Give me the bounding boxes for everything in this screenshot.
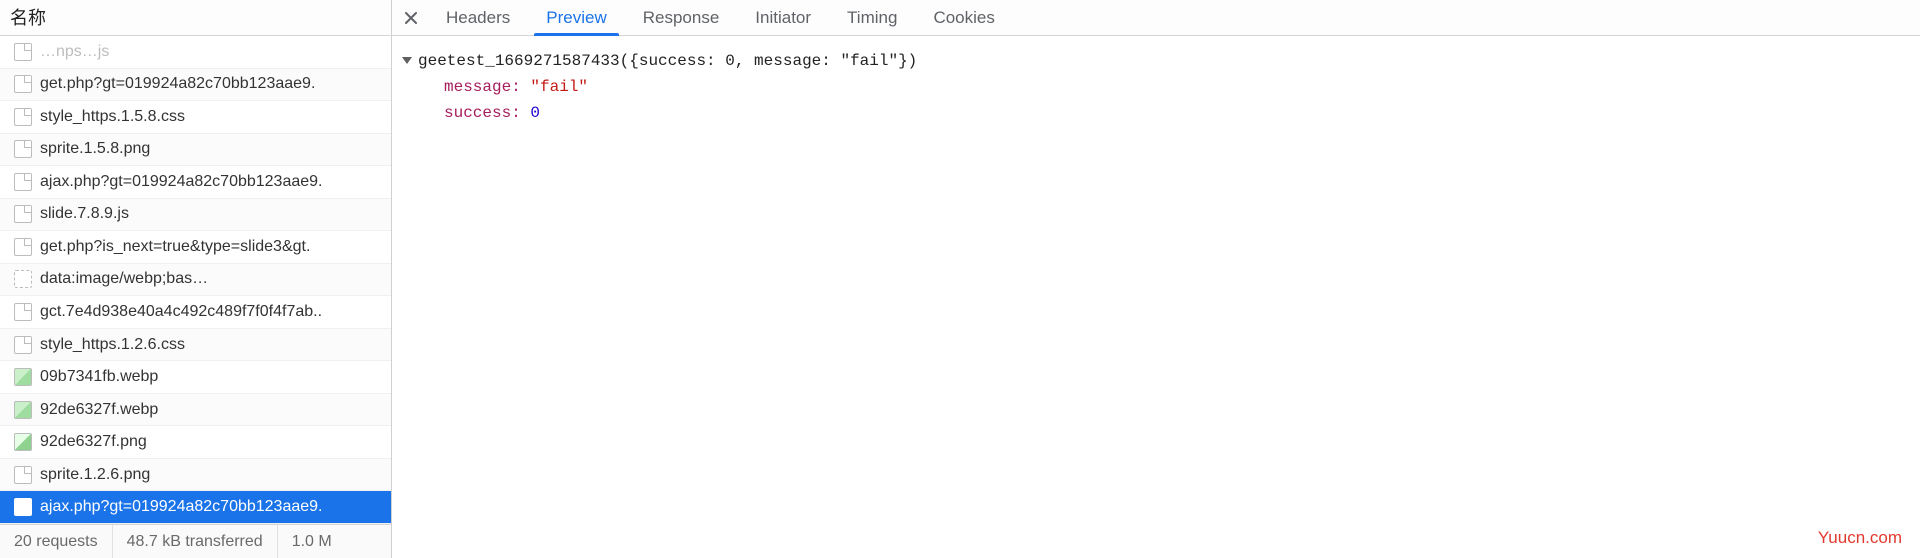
request-row-label: ajax.php?gt=019924a82c70bb123aae9. bbox=[40, 498, 323, 516]
document-file-icon bbox=[14, 303, 32, 321]
request-row-label: gct.7e4d938e40a4c492c489f7f0f4f7ab.. bbox=[40, 303, 322, 321]
request-row[interactable]: …nps…js bbox=[0, 36, 391, 69]
tab-initiator[interactable]: Initiator bbox=[737, 0, 829, 35]
status-bar: 20 requests 48.7 kB transferred 1.0 M bbox=[0, 524, 391, 558]
document-file-icon bbox=[14, 108, 32, 126]
json-property-line[interactable]: success: 0 bbox=[402, 100, 1910, 126]
request-row[interactable]: style_https.1.2.6.css bbox=[0, 329, 391, 362]
request-row[interactable]: 92de6327f.webp bbox=[0, 394, 391, 427]
request-row[interactable]: gct.7e4d938e40a4c492c489f7f0f4f7ab.. bbox=[0, 296, 391, 329]
status-resources: 1.0 M bbox=[278, 525, 346, 558]
request-row[interactable]: ajax.php?gt=019924a82c70bb123aae9. bbox=[0, 491, 391, 524]
image-file-icon bbox=[14, 433, 32, 451]
request-list-header: 名称 bbox=[0, 0, 391, 36]
request-row[interactable]: sprite.1.2.6.png bbox=[0, 459, 391, 492]
request-row-label: sprite.1.5.8.png bbox=[40, 140, 150, 158]
request-row-label: style_https.1.5.8.css bbox=[40, 108, 185, 126]
request-row-label: get.php?is_next=true&type=slide3&gt. bbox=[40, 238, 310, 256]
json-key: message: bbox=[444, 78, 530, 96]
document-file-icon bbox=[14, 336, 32, 354]
request-row-label: style_https.1.2.6.css bbox=[40, 336, 185, 354]
json-value: "fail" bbox=[530, 78, 588, 96]
detail-panel: HeadersPreviewResponseInitiatorTimingCoo… bbox=[392, 0, 1920, 558]
tab-headers[interactable]: Headers bbox=[428, 0, 528, 35]
expand-toggle-icon[interactable] bbox=[402, 57, 412, 64]
request-row[interactable]: 92de6327f.png bbox=[0, 426, 391, 459]
close-icon[interactable] bbox=[396, 3, 426, 33]
request-row-label: 92de6327f.png bbox=[40, 433, 147, 451]
document-file-icon bbox=[14, 205, 32, 223]
tab-response[interactable]: Response bbox=[625, 0, 738, 35]
request-row[interactable]: ajax.php?gt=019924a82c70bb123aae9. bbox=[0, 166, 391, 199]
tab-timing[interactable]: Timing bbox=[829, 0, 915, 35]
image-file-icon bbox=[14, 368, 32, 386]
document-file-icon bbox=[14, 498, 32, 516]
request-row[interactable]: get.php?gt=019924a82c70bb123aae9. bbox=[0, 69, 391, 102]
json-key: success: bbox=[444, 104, 530, 122]
request-row-label: ajax.php?gt=019924a82c70bb123aae9. bbox=[40, 173, 323, 191]
status-requests: 20 requests bbox=[0, 525, 113, 558]
request-row[interactable]: get.php?is_next=true&type=slide3&gt. bbox=[0, 231, 391, 264]
image-file-icon bbox=[14, 401, 32, 419]
status-transferred: 48.7 kB transferred bbox=[113, 525, 278, 558]
preview-body: geetest_1669271587433({success: 0, messa… bbox=[392, 36, 1920, 558]
document-file-icon bbox=[14, 75, 32, 93]
request-row-label: 09b7341fb.webp bbox=[40, 368, 158, 386]
document-file-icon bbox=[14, 173, 32, 191]
tab-preview[interactable]: Preview bbox=[528, 0, 624, 35]
document-file-icon bbox=[14, 238, 32, 256]
callback-text: geetest_1669271587433({success: 0, messa… bbox=[418, 52, 917, 70]
json-value: 0 bbox=[530, 104, 540, 122]
request-row[interactable]: data:image/webp;bas… bbox=[0, 264, 391, 297]
request-row-label: get.php?gt=019924a82c70bb123aae9. bbox=[40, 75, 315, 93]
document-file-icon bbox=[14, 466, 32, 484]
tab-cookies[interactable]: Cookies bbox=[915, 0, 1012, 35]
json-root-line[interactable]: geetest_1669271587433({success: 0, messa… bbox=[402, 48, 1910, 74]
request-row[interactable]: sprite.1.5.8.png bbox=[0, 134, 391, 167]
data-uri-icon bbox=[14, 270, 32, 288]
json-property-line[interactable]: message: "fail" bbox=[402, 74, 1910, 100]
request-row[interactable]: style_https.1.5.8.css bbox=[0, 101, 391, 134]
request-row[interactable]: slide.7.8.9.js bbox=[0, 199, 391, 232]
detail-tabs: HeadersPreviewResponseInitiatorTimingCoo… bbox=[392, 0, 1920, 36]
document-file-icon bbox=[14, 43, 32, 61]
request-row[interactable]: 09b7341fb.webp bbox=[0, 361, 391, 394]
network-request-panel: 名称 …nps…js get.php?gt=019924a82c70bb123aa… bbox=[0, 0, 392, 558]
request-row-label: data:image/webp;bas… bbox=[40, 270, 208, 288]
document-file-icon bbox=[14, 140, 32, 158]
request-row-label: …nps…js bbox=[40, 43, 109, 61]
request-row-label: slide.7.8.9.js bbox=[40, 205, 129, 223]
request-list: …nps…js get.php?gt=019924a82c70bb123aae9.… bbox=[0, 36, 391, 524]
request-row-label: 92de6327f.webp bbox=[40, 401, 158, 419]
request-row-label: sprite.1.2.6.png bbox=[40, 466, 150, 484]
